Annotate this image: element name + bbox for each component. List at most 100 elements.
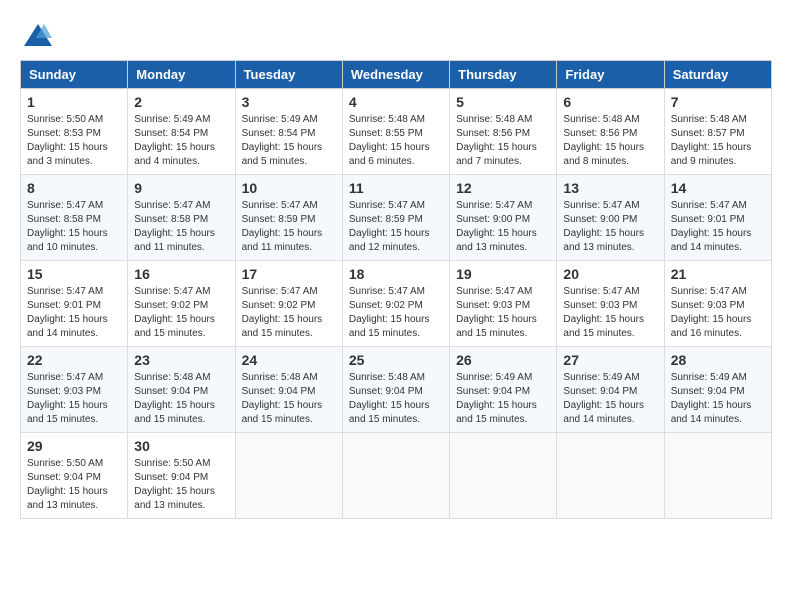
day-info: Sunrise: 5:50 AM Sunset: 9:04 PM Dayligh… bbox=[134, 458, 215, 511]
week-row-2: 8 Sunrise: 5:47 AM Sunset: 8:58 PM Dayli… bbox=[21, 175, 772, 261]
calendar-cell bbox=[342, 433, 449, 519]
weekday-header-sunday: Sunday bbox=[21, 61, 128, 89]
calendar-cell: 10 Sunrise: 5:47 AM Sunset: 8:59 PM Dayl… bbox=[235, 175, 342, 261]
day-number: 10 bbox=[242, 180, 336, 196]
day-number: 21 bbox=[671, 266, 765, 282]
calendar-cell bbox=[664, 433, 771, 519]
day-number: 25 bbox=[349, 352, 443, 368]
logo-icon bbox=[24, 20, 54, 50]
week-row-4: 22 Sunrise: 5:47 AM Sunset: 9:03 PM Dayl… bbox=[21, 347, 772, 433]
calendar-cell: 24 Sunrise: 5:48 AM Sunset: 9:04 PM Dayl… bbox=[235, 347, 342, 433]
day-number: 23 bbox=[134, 352, 228, 368]
calendar-cell: 28 Sunrise: 5:49 AM Sunset: 9:04 PM Dayl… bbox=[664, 347, 771, 433]
calendar-cell: 12 Sunrise: 5:47 AM Sunset: 9:00 PM Dayl… bbox=[450, 175, 557, 261]
calendar-cell: 7 Sunrise: 5:48 AM Sunset: 8:57 PM Dayli… bbox=[664, 89, 771, 175]
day-number: 27 bbox=[563, 352, 657, 368]
calendar-cell: 2 Sunrise: 5:49 AM Sunset: 8:54 PM Dayli… bbox=[128, 89, 235, 175]
day-info: Sunrise: 5:47 AM Sunset: 9:03 PM Dayligh… bbox=[671, 286, 752, 339]
calendar-cell: 19 Sunrise: 5:47 AM Sunset: 9:03 PM Dayl… bbox=[450, 261, 557, 347]
day-number: 11 bbox=[349, 180, 443, 196]
calendar-cell: 16 Sunrise: 5:47 AM Sunset: 9:02 PM Dayl… bbox=[128, 261, 235, 347]
calendar: SundayMondayTuesdayWednesdayThursdayFrid… bbox=[20, 60, 772, 519]
day-number: 30 bbox=[134, 438, 228, 454]
calendar-cell: 27 Sunrise: 5:49 AM Sunset: 9:04 PM Dayl… bbox=[557, 347, 664, 433]
week-row-5: 29 Sunrise: 5:50 AM Sunset: 9:04 PM Dayl… bbox=[21, 433, 772, 519]
day-number: 4 bbox=[349, 94, 443, 110]
calendar-cell: 11 Sunrise: 5:47 AM Sunset: 8:59 PM Dayl… bbox=[342, 175, 449, 261]
day-number: 15 bbox=[27, 266, 121, 282]
day-info: Sunrise: 5:49 AM Sunset: 9:04 PM Dayligh… bbox=[671, 372, 752, 425]
calendar-cell: 18 Sunrise: 5:47 AM Sunset: 9:02 PM Dayl… bbox=[342, 261, 449, 347]
calendar-cell bbox=[557, 433, 664, 519]
day-number: 6 bbox=[563, 94, 657, 110]
calendar-cell: 23 Sunrise: 5:48 AM Sunset: 9:04 PM Dayl… bbox=[128, 347, 235, 433]
day-number: 13 bbox=[563, 180, 657, 196]
day-number: 28 bbox=[671, 352, 765, 368]
weekday-header-friday: Friday bbox=[557, 61, 664, 89]
day-number: 7 bbox=[671, 94, 765, 110]
day-number: 3 bbox=[242, 94, 336, 110]
calendar-cell: 26 Sunrise: 5:49 AM Sunset: 9:04 PM Dayl… bbox=[450, 347, 557, 433]
day-number: 20 bbox=[563, 266, 657, 282]
day-info: Sunrise: 5:50 AM Sunset: 8:53 PM Dayligh… bbox=[27, 114, 108, 167]
day-info: Sunrise: 5:49 AM Sunset: 9:04 PM Dayligh… bbox=[456, 372, 537, 425]
day-info: Sunrise: 5:47 AM Sunset: 9:00 PM Dayligh… bbox=[456, 200, 537, 253]
day-number: 14 bbox=[671, 180, 765, 196]
header bbox=[20, 20, 772, 44]
day-info: Sunrise: 5:47 AM Sunset: 9:02 PM Dayligh… bbox=[134, 286, 215, 339]
weekday-header-saturday: Saturday bbox=[664, 61, 771, 89]
calendar-cell: 29 Sunrise: 5:50 AM Sunset: 9:04 PM Dayl… bbox=[21, 433, 128, 519]
calendar-cell: 22 Sunrise: 5:47 AM Sunset: 9:03 PM Dayl… bbox=[21, 347, 128, 433]
day-info: Sunrise: 5:48 AM Sunset: 9:04 PM Dayligh… bbox=[349, 372, 430, 425]
calendar-cell: 13 Sunrise: 5:47 AM Sunset: 9:00 PM Dayl… bbox=[557, 175, 664, 261]
calendar-cell: 25 Sunrise: 5:48 AM Sunset: 9:04 PM Dayl… bbox=[342, 347, 449, 433]
day-info: Sunrise: 5:49 AM Sunset: 8:54 PM Dayligh… bbox=[242, 114, 323, 167]
day-number: 1 bbox=[27, 94, 121, 110]
calendar-cell: 21 Sunrise: 5:47 AM Sunset: 9:03 PM Dayl… bbox=[664, 261, 771, 347]
day-info: Sunrise: 5:47 AM Sunset: 9:01 PM Dayligh… bbox=[27, 286, 108, 339]
day-info: Sunrise: 5:48 AM Sunset: 9:04 PM Dayligh… bbox=[242, 372, 323, 425]
calendar-cell: 6 Sunrise: 5:48 AM Sunset: 8:56 PM Dayli… bbox=[557, 89, 664, 175]
day-number: 29 bbox=[27, 438, 121, 454]
day-info: Sunrise: 5:47 AM Sunset: 9:03 PM Dayligh… bbox=[563, 286, 644, 339]
day-number: 5 bbox=[456, 94, 550, 110]
day-number: 8 bbox=[27, 180, 121, 196]
weekday-header-monday: Monday bbox=[128, 61, 235, 89]
weekday-header-thursday: Thursday bbox=[450, 61, 557, 89]
week-row-1: 1 Sunrise: 5:50 AM Sunset: 8:53 PM Dayli… bbox=[21, 89, 772, 175]
calendar-cell: 20 Sunrise: 5:47 AM Sunset: 9:03 PM Dayl… bbox=[557, 261, 664, 347]
day-info: Sunrise: 5:47 AM Sunset: 9:03 PM Dayligh… bbox=[456, 286, 537, 339]
calendar-cell: 5 Sunrise: 5:48 AM Sunset: 8:56 PM Dayli… bbox=[450, 89, 557, 175]
day-info: Sunrise: 5:47 AM Sunset: 8:59 PM Dayligh… bbox=[349, 200, 430, 253]
weekday-header-wednesday: Wednesday bbox=[342, 61, 449, 89]
day-info: Sunrise: 5:48 AM Sunset: 9:04 PM Dayligh… bbox=[134, 372, 215, 425]
day-number: 18 bbox=[349, 266, 443, 282]
day-number: 9 bbox=[134, 180, 228, 196]
day-info: Sunrise: 5:48 AM Sunset: 8:57 PM Dayligh… bbox=[671, 114, 752, 167]
day-info: Sunrise: 5:47 AM Sunset: 9:00 PM Dayligh… bbox=[563, 200, 644, 253]
calendar-cell: 15 Sunrise: 5:47 AM Sunset: 9:01 PM Dayl… bbox=[21, 261, 128, 347]
weekday-header-tuesday: Tuesday bbox=[235, 61, 342, 89]
day-number: 2 bbox=[134, 94, 228, 110]
calendar-cell bbox=[235, 433, 342, 519]
day-info: Sunrise: 5:49 AM Sunset: 9:04 PM Dayligh… bbox=[563, 372, 644, 425]
calendar-cell: 14 Sunrise: 5:47 AM Sunset: 9:01 PM Dayl… bbox=[664, 175, 771, 261]
day-number: 26 bbox=[456, 352, 550, 368]
day-number: 17 bbox=[242, 266, 336, 282]
day-info: Sunrise: 5:50 AM Sunset: 9:04 PM Dayligh… bbox=[27, 458, 108, 511]
day-number: 24 bbox=[242, 352, 336, 368]
calendar-cell bbox=[450, 433, 557, 519]
day-info: Sunrise: 5:49 AM Sunset: 8:54 PM Dayligh… bbox=[134, 114, 215, 167]
day-number: 16 bbox=[134, 266, 228, 282]
day-info: Sunrise: 5:48 AM Sunset: 8:55 PM Dayligh… bbox=[349, 114, 430, 167]
day-info: Sunrise: 5:48 AM Sunset: 8:56 PM Dayligh… bbox=[563, 114, 644, 167]
day-info: Sunrise: 5:47 AM Sunset: 9:02 PM Dayligh… bbox=[242, 286, 323, 339]
calendar-cell: 8 Sunrise: 5:47 AM Sunset: 8:58 PM Dayli… bbox=[21, 175, 128, 261]
calendar-cell: 17 Sunrise: 5:47 AM Sunset: 9:02 PM Dayl… bbox=[235, 261, 342, 347]
day-number: 22 bbox=[27, 352, 121, 368]
calendar-cell: 1 Sunrise: 5:50 AM Sunset: 8:53 PM Dayli… bbox=[21, 89, 128, 175]
calendar-cell: 4 Sunrise: 5:48 AM Sunset: 8:55 PM Dayli… bbox=[342, 89, 449, 175]
calendar-cell: 3 Sunrise: 5:49 AM Sunset: 8:54 PM Dayli… bbox=[235, 89, 342, 175]
day-info: Sunrise: 5:47 AM Sunset: 9:03 PM Dayligh… bbox=[27, 372, 108, 425]
day-info: Sunrise: 5:47 AM Sunset: 9:01 PM Dayligh… bbox=[671, 200, 752, 253]
